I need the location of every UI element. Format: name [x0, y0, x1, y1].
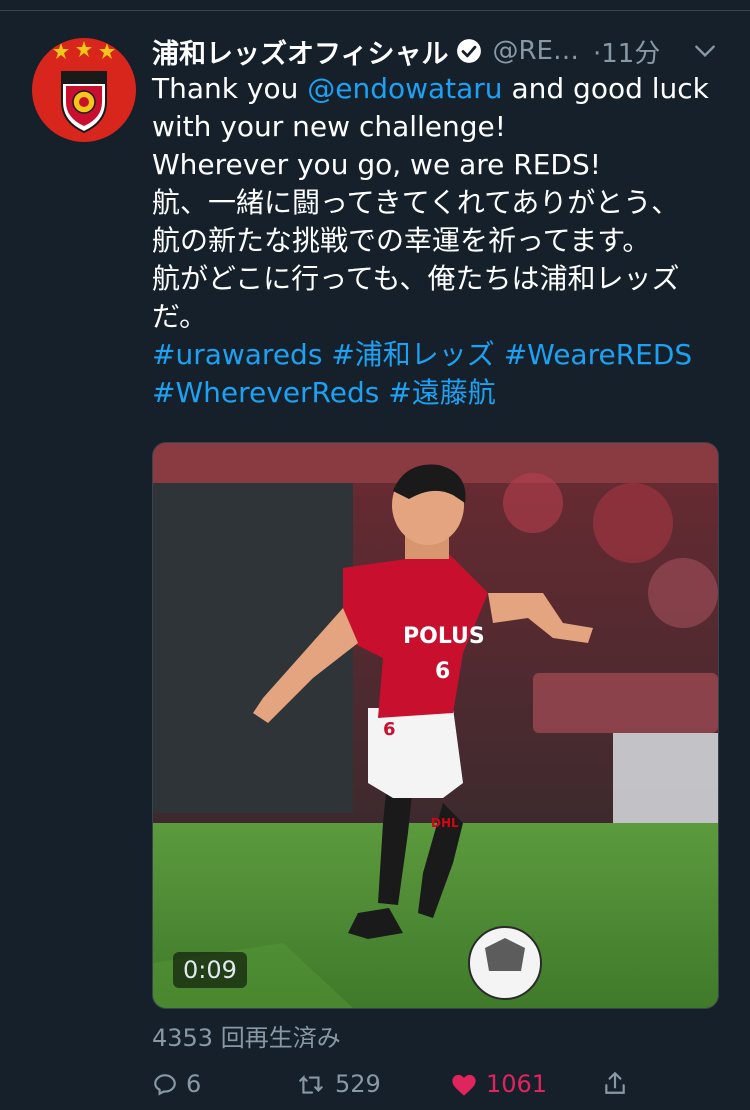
- tweet-text-line: だ。: [152, 298, 732, 336]
- tweet-text-line: Wherever you go, we are REDS!: [152, 146, 732, 184]
- view-count: 4353 回再生済み: [152, 1024, 341, 1052]
- chevron-down-icon[interactable]: [692, 38, 718, 64]
- divider: [0, 10, 750, 11]
- tweet-text-line: 航がどこに行っても、俺たちは浦和レッズ: [152, 260, 732, 298]
- tweet-header: 浦和レッズオフィシャル @RE… ·11分: [152, 30, 742, 72]
- tweet-text-line: #urawareds #浦和レッズ #WeareREDS: [152, 336, 732, 374]
- timestamp[interactable]: ·11分: [593, 33, 660, 70]
- reply-count: 6: [186, 1070, 202, 1098]
- tweet-text-segment: 航、一緒に闘ってきてくれてありがとう、: [152, 186, 680, 219]
- hashtag-link[interactable]: #WhereverReds: [152, 376, 379, 409]
- retweet-button[interactable]: 529: [297, 1070, 381, 1098]
- reply-button[interactable]: 6: [152, 1070, 201, 1098]
- verified-badge-icon: [457, 39, 482, 63]
- tweet-text-segment: [495, 338, 504, 371]
- tweet-text-segment: 航がどこに行っても、俺たちは浦和レッズ: [152, 262, 680, 295]
- reply-icon: [154, 1074, 176, 1096]
- tweet-text-segment: with your new challenge!: [152, 110, 506, 143]
- hashtag-link[interactable]: #遠藤航: [388, 376, 495, 409]
- tweet-text-segment: だ。: [152, 300, 208, 333]
- tweet-text-segment: Wherever you go, we are REDS!: [152, 148, 601, 181]
- avatar[interactable]: [32, 38, 136, 142]
- tweet-actions: 6 529 1061: [152, 1070, 732, 1110]
- tweet-text-line: Thank you @endowataru and good luck: [152, 70, 732, 108]
- jersey-number: 6: [435, 659, 450, 684]
- like-button[interactable]: 1061: [450, 1070, 547, 1098]
- like-count: 1061: [486, 1070, 548, 1098]
- video-player[interactable]: POLUS 6 6 DHL 0:09: [152, 442, 719, 1009]
- hashtag-link[interactable]: #urawareds: [152, 338, 322, 371]
- mention-link[interactable]: @endowataru: [307, 72, 502, 105]
- tweet-text: Thank you @endowataru and good luck with …: [152, 70, 732, 412]
- share-button[interactable]: [602, 1070, 636, 1096]
- club-crest-icon: [53, 41, 115, 134]
- tweet-text-segment: Thank you: [152, 72, 308, 105]
- tweet-text-segment: and good luck: [502, 72, 709, 105]
- retweet-count: 529: [335, 1070, 381, 1098]
- shorts-number: 6: [383, 719, 396, 740]
- heart-icon: [452, 1074, 476, 1096]
- handle[interactable]: @RE…: [492, 36, 579, 66]
- shorts-sponsor: DHL: [431, 816, 459, 830]
- retweet-icon: [299, 1074, 323, 1094]
- video-thumbnail: POLUS 6 6 DHL: [153, 443, 718, 1008]
- tweet-text-segment: 航の新たな挑戦での幸運を祈ってます。: [152, 224, 651, 257]
- display-name[interactable]: 浦和レッズオフィシャル: [152, 32, 448, 71]
- tweet-text-line: 航の新たな挑戦での幸運を祈ってます。: [152, 222, 732, 260]
- hashtag-link[interactable]: #浦和レッズ: [331, 338, 494, 371]
- tweet-text-line: 航、一緒に闘ってきてくれてありがとう、: [152, 184, 732, 222]
- tweet-text-line: #WhereverReds #遠藤航: [152, 374, 732, 412]
- tweet-text-segment: [379, 376, 388, 409]
- tweet-text-segment: [322, 338, 331, 371]
- jersey-sponsor: POLUS: [403, 624, 485, 649]
- share-icon: [605, 1071, 625, 1094]
- hashtag-link[interactable]: #WeareREDS: [504, 338, 693, 371]
- tweet-text-line: with your new challenge!: [152, 108, 732, 146]
- video-duration: 0:09: [173, 952, 247, 988]
